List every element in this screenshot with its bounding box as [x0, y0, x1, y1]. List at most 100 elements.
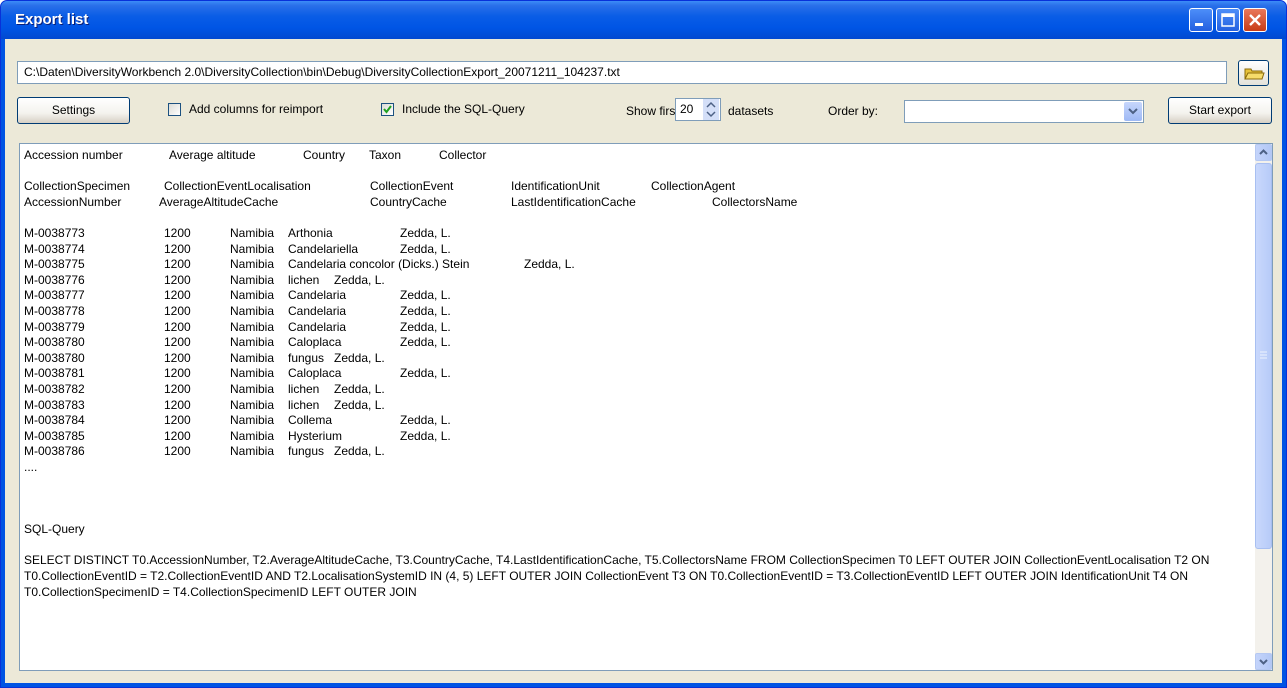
collector-cell: Zedda, L. [400, 319, 451, 334]
order-by-select[interactable] [904, 100, 1144, 123]
table-name: CollectionAgent [651, 179, 736, 194]
country-cell: Namibia [230, 428, 275, 443]
chevron-down-icon [1259, 659, 1268, 665]
result-row: M-0038781 1200 Namibia Caloplaca Zedda, L. [24, 366, 1249, 382]
collector-cell: Zedda, L. [334, 381, 385, 396]
taxon-cell: Arthonia [288, 225, 333, 240]
collector-cell: Zedda, L. [400, 225, 451, 240]
altitude-cell: 1200 [164, 428, 191, 443]
collector-cell: Zedda, L. [524, 257, 575, 272]
chevron-up-icon [1259, 149, 1268, 155]
table-name: CollectionSpecimen [24, 179, 131, 194]
add-columns-reimport-checkbox[interactable] [168, 103, 181, 116]
table-name: IdentificationUnit [511, 179, 600, 194]
maximize-button[interactable] [1216, 8, 1240, 32]
accession-number-cell: M-0038774 [24, 241, 85, 256]
result-row: M-0038773 1200 Namibia Arthonia Zedda, L. [24, 226, 1249, 242]
include-sql-query-checkbox[interactable] [381, 103, 394, 116]
accession-number-cell: M-0038780 [24, 335, 85, 350]
result-row: M-0038786 1200 Namibia fungus Zedda, L. [24, 444, 1249, 460]
export-preview-content: Accession number Average altitude Countr… [24, 148, 1249, 600]
column-name: AccessionNumber [24, 194, 122, 209]
export-path-field[interactable]: C:\Daten\DiversityWorkbench 2.0\Diversit… [17, 61, 1227, 84]
collector-cell: Zedda, L. [400, 428, 451, 443]
header-caption: Accession number [24, 148, 123, 162]
country-cell: Namibia [230, 241, 275, 256]
taxon-cell: Candelaria [288, 288, 347, 303]
ellipsis: .... [24, 459, 38, 474]
header-caption: Taxon [369, 148, 402, 162]
country-cell: Namibia [230, 350, 275, 365]
country-cell: Namibia [230, 413, 275, 428]
result-row: M-0038782 1200 Namibia lichen Zedda, L. [24, 382, 1249, 398]
client-area: C:\Daten\DiversityWorkbench 2.0\Diversit… [5, 39, 1282, 683]
accession-number-cell: M-0038775 [24, 257, 85, 272]
result-row: M-0038775 1200 Namibia Candelaria concolor … [24, 257, 1249, 273]
collector-cell: Zedda, L. [400, 335, 451, 350]
accession-number-cell: M-0038783 [24, 397, 85, 412]
show-first-label: Show first [626, 104, 679, 118]
accession-number-cell: M-0038784 [24, 413, 85, 428]
scroll-thumb[interactable] [1255, 163, 1272, 549]
country-cell: Namibia [230, 288, 275, 303]
grip-icon [1260, 351, 1267, 359]
altitude-cell: 1200 [164, 350, 191, 365]
scroll-up-button[interactable] [1255, 144, 1272, 161]
browse-folder-button[interactable] [1238, 60, 1269, 86]
scroll-down-button[interactable] [1255, 653, 1272, 670]
result-row: M-0038778 1200 Namibia Candelaria Zedda, L. [24, 304, 1249, 320]
accession-number-cell: M-0038773 [24, 225, 85, 240]
result-row: M-0038780 1200 Namibia Caloplaca Zedda, L. [24, 335, 1249, 351]
collector-cell: Zedda, L. [334, 397, 385, 412]
result-rows: M-0038773 1200 Namibia Arthonia Zedda, L. M-0… [24, 226, 1249, 460]
export-preview-textbox[interactable]: Accession number Average altitude Countr… [19, 143, 1273, 671]
collector-cell: Zedda, L. [400, 288, 451, 303]
columns-line: AccessionNumber AverageAltitudeCache Cou… [24, 195, 1249, 211]
accession-number-cell: M-0038786 [24, 444, 85, 459]
column-name: LastIdentificationCache [511, 194, 636, 209]
accession-number-cell: M-0038777 [24, 288, 85, 303]
chevron-down-icon [1128, 108, 1138, 115]
add-columns-reimport-label: Add columns for reimport [189, 102, 324, 116]
close-icon [1249, 14, 1261, 26]
window-title: Export list [15, 11, 89, 28]
country-cell: Namibia [230, 397, 275, 412]
title-bar[interactable]: Export list [1, 1, 1286, 39]
show-first-stepper[interactable]: 20 [675, 98, 721, 121]
country-cell: Namibia [230, 303, 275, 318]
altitude-cell: 1200 [164, 413, 191, 428]
country-cell: Namibia [230, 335, 275, 350]
stepper-arrows-icon[interactable] [703, 99, 719, 120]
collector-cell: Zedda, L. [334, 272, 385, 287]
table-name: CollectionEvent [370, 179, 454, 194]
result-row: M-0038776 1200 Namibia lichen Zedda, L. [24, 273, 1249, 289]
sql-query-heading: SQL-Query [24, 522, 85, 537]
country-cell: Namibia [230, 444, 275, 459]
vertical-scrollbar[interactable] [1255, 144, 1272, 670]
accession-number-cell: M-0038776 [24, 272, 85, 287]
tables-line: CollectionSpecimen CollectionEventLocali… [24, 179, 1249, 195]
collector-cell: Zedda, L. [334, 350, 385, 365]
collector-cell: Zedda, L. [400, 303, 451, 318]
result-row: M-0038784 1200 Namibia Collema Zedda, L. [24, 413, 1249, 429]
taxon-cell: Candelaria concolor (Dicks.) Stein [288, 257, 470, 272]
accession-number-cell: M-0038780 [24, 350, 85, 365]
taxon-cell: Collema [288, 413, 333, 428]
minimize-button[interactable] [1189, 8, 1213, 32]
close-button[interactable] [1243, 8, 1267, 32]
altitude-cell: 1200 [164, 257, 191, 272]
order-by-dropdown-button[interactable] [1124, 102, 1142, 121]
datasets-label: datasets [728, 104, 774, 118]
taxon-cell: Candelaria [288, 319, 347, 334]
header-caption: Country [303, 148, 346, 162]
taxon-cell: Candelaria [288, 303, 347, 318]
accession-number-cell: M-0038781 [24, 366, 85, 381]
country-cell: Namibia [230, 319, 275, 334]
start-export-button[interactable]: Start export [1168, 97, 1272, 124]
altitude-cell: 1200 [164, 444, 191, 459]
taxon-cell: Hysterium [288, 428, 343, 443]
taxon-cell: Caloplaca [288, 366, 342, 381]
header-captions-line: Accession number Average altitude Countr… [24, 148, 1249, 164]
settings-button[interactable]: Settings [17, 97, 130, 124]
collector-cell: Zedda, L. [400, 241, 451, 256]
